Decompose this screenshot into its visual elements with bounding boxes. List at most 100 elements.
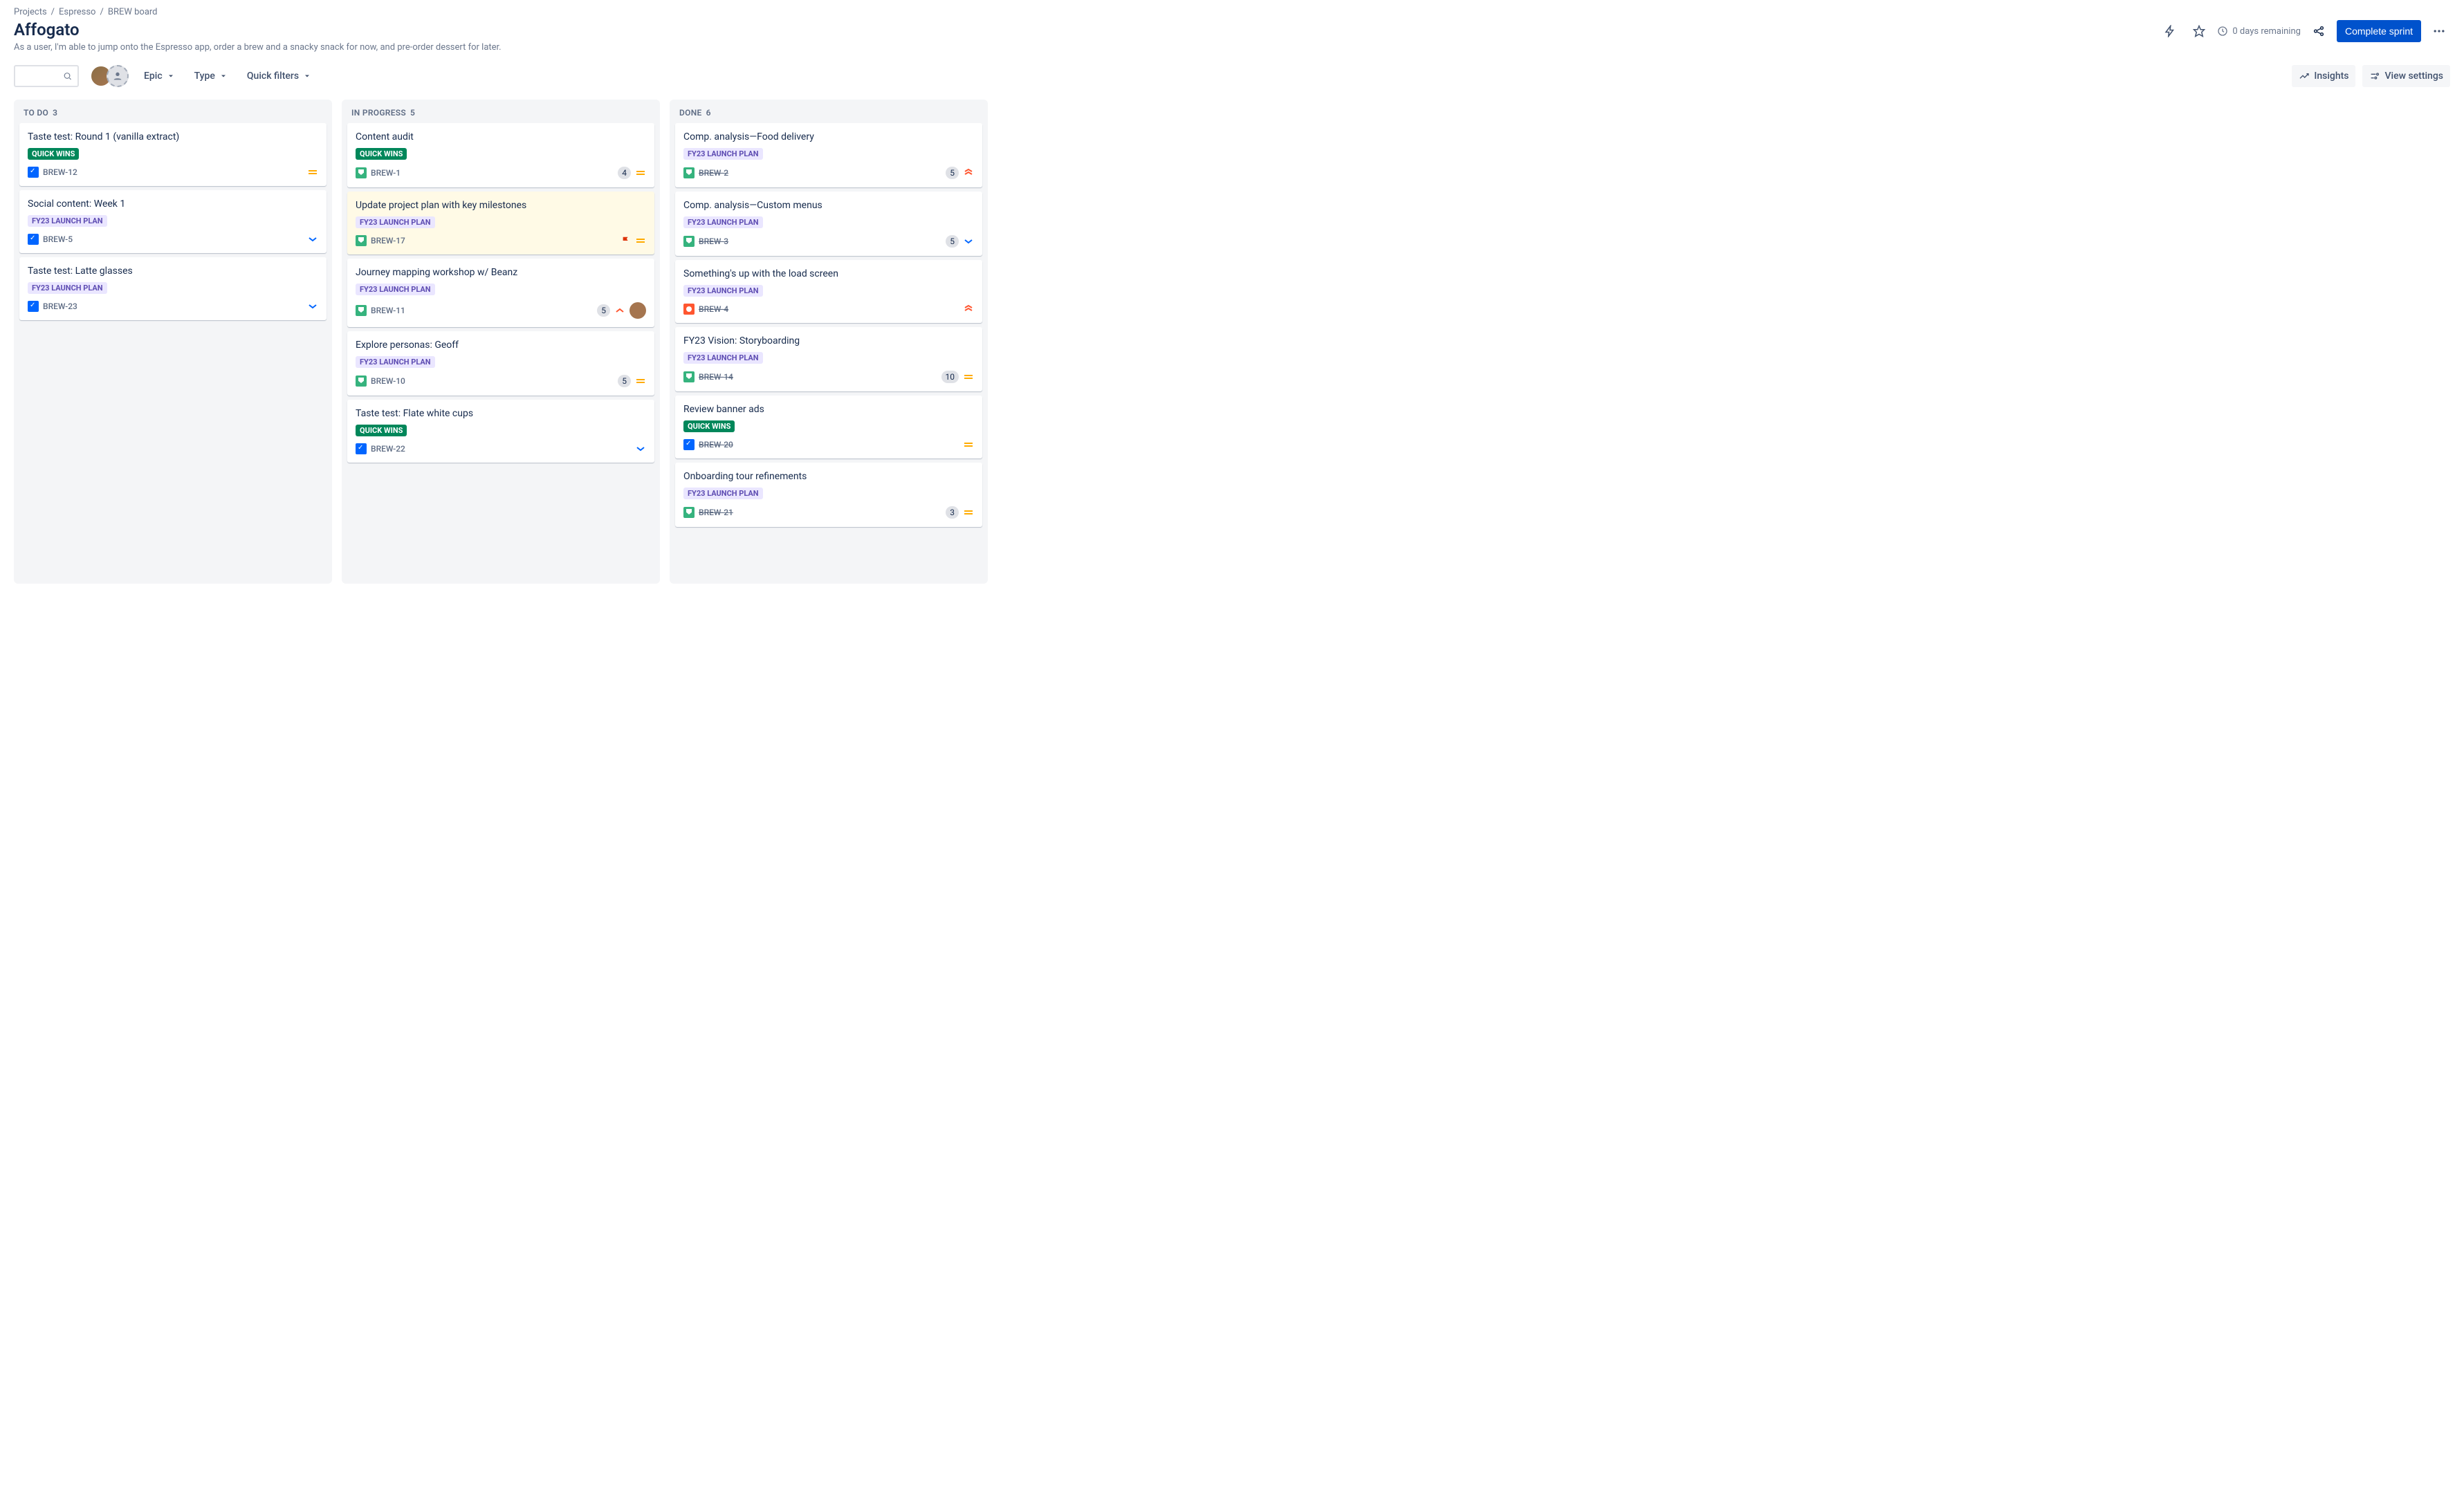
card-title: Taste test: Latte glasses	[28, 266, 318, 277]
story-points-badge: 5	[946, 167, 959, 179]
column-header: DONE 6	[675, 108, 982, 123]
epic-tag[interactable]: FY23 LAUNCH PLAN	[683, 285, 763, 297]
epic-tag[interactable]: FY23 LAUNCH PLAN	[356, 284, 435, 295]
issue-card[interactable]: Taste test: Latte glasses FY23 LAUNCH PLA…	[19, 257, 327, 320]
share-icon[interactable]	[2308, 20, 2330, 42]
breadcrumb-projects[interactable]: Projects	[14, 7, 47, 17]
priority-low-icon	[635, 443, 646, 454]
card-title: Taste test: Flate white cups	[356, 408, 646, 419]
epic-tag[interactable]: QUICK WINS	[356, 425, 407, 436]
quick-filters[interactable]: Quick filters	[243, 68, 315, 84]
issue-card[interactable]: FY23 Vision: StoryboardingFY23 LAUNCH PL…	[675, 327, 982, 391]
story-points-badge: 10	[941, 371, 959, 383]
column-header: TO DO 3	[19, 108, 327, 123]
issue-card[interactable]: Taste test: Round 1 (vanilla extract)QUI…	[19, 123, 327, 186]
priority-medium-icon	[635, 376, 646, 387]
issue-card[interactable]: Social content: Week 1 FY23 LAUNCH PLAN BR…	[19, 190, 327, 253]
column-title: TO DO	[24, 108, 48, 118]
issue-card[interactable]: Update project plan with key milestonesF…	[347, 192, 654, 254]
priority-low-icon	[307, 301, 318, 312]
issue-key[interactable]: BREW-12	[43, 167, 77, 177]
issue-card[interactable]: Content audit QUICK WINS BREW-1 4	[347, 123, 654, 187]
chevron-down-icon	[219, 72, 228, 80]
search-input[interactable]	[14, 65, 79, 87]
story-icon	[683, 371, 695, 382]
epic-tag[interactable]: QUICK WINS	[356, 148, 407, 160]
priority-medium-icon	[307, 167, 318, 178]
task-icon	[28, 167, 39, 178]
card-title: Onboarding tour refinements	[683, 471, 974, 482]
epic-tag[interactable]: QUICK WINS	[683, 420, 735, 432]
issue-key[interactable]: BREW-17	[371, 236, 405, 245]
issue-key[interactable]: BREW-23	[43, 302, 77, 311]
epic-tag[interactable]: FY23 LAUNCH PLAN	[683, 216, 763, 228]
card-title: Journey mapping workshop w/ Beanz	[356, 267, 646, 278]
issue-card[interactable]: Journey mapping workshop w/ Beanz FY23 LA…	[347, 259, 654, 327]
board-column: TO DO 3Taste test: Round 1 (vanilla extr…	[14, 100, 332, 584]
issue-card[interactable]: Explore personas: Geoff FY23 LAUNCH PLAN B…	[347, 331, 654, 396]
story-icon	[356, 167, 367, 178]
type-filter[interactable]: Type	[190, 68, 232, 84]
card-title: Something's up with the load screen	[683, 268, 974, 279]
automation-icon[interactable]	[2159, 20, 2181, 42]
priority-low-icon	[307, 234, 318, 245]
epic-tag[interactable]: QUICK WINS	[28, 148, 79, 160]
issue-card[interactable]: Onboarding tour refinements FY23 LAUNCH P…	[675, 463, 982, 527]
epic-filter[interactable]: Epic	[140, 68, 179, 84]
priority-medium-icon	[963, 371, 974, 382]
sprint-goal: As a user, I'm able to jump onto the Esp…	[14, 42, 502, 53]
issue-key[interactable]: BREW-11	[371, 306, 405, 315]
story-icon	[356, 376, 367, 387]
issue-key[interactable]: BREW-10	[371, 376, 405, 386]
issue-key[interactable]: BREW-2	[699, 168, 728, 178]
issue-card[interactable]: Comp. analysis—Custom menusFY23 LAUNCH P…	[675, 192, 982, 256]
issue-card[interactable]: Something's up with the load screen FY23 …	[675, 260, 982, 323]
issue-card[interactable]: Review banner adsQUICK WINSBREW-20	[675, 396, 982, 458]
star-icon[interactable]	[2188, 20, 2210, 42]
priority-medium-icon	[963, 507, 974, 518]
issue-key[interactable]: BREW-1	[371, 168, 401, 178]
epic-tag[interactable]: FY23 LAUNCH PLAN	[683, 488, 763, 499]
card-title: Social content: Week 1	[28, 198, 318, 210]
board-column: IN PROGRESS 5Content auditQUICK WINSBREW…	[342, 100, 660, 584]
issue-key[interactable]: BREW-5	[43, 234, 73, 244]
issue-key[interactable]: BREW-20	[699, 440, 733, 449]
issue-key[interactable]: BREW-3	[699, 237, 728, 246]
complete-sprint-button[interactable]: Complete sprint	[2337, 20, 2421, 42]
search-field[interactable]	[21, 71, 63, 82]
priority-highest-icon	[963, 304, 974, 315]
breadcrumb-espresso[interactable]: Espresso	[59, 7, 95, 17]
issue-key[interactable]: BREW-4	[699, 304, 728, 314]
clock-icon	[2217, 26, 2228, 37]
view-settings-button[interactable]: View settings	[2362, 65, 2450, 87]
chevron-down-icon	[303, 72, 311, 80]
epic-tag[interactable]: FY23 LAUNCH PLAN	[28, 215, 107, 227]
epic-tag[interactable]: FY23 LAUNCH PLAN	[356, 216, 435, 228]
story-points-badge: 5	[946, 235, 959, 248]
insights-button[interactable]: Insights	[2292, 65, 2355, 87]
board-column: DONE 6Comp. analysis—Food deliveryFY23 L…	[670, 100, 988, 584]
story-points-badge: 4	[618, 167, 631, 179]
kanban-board: TO DO 3Taste test: Round 1 (vanilla extr…	[14, 100, 2450, 584]
epic-tag[interactable]: FY23 LAUNCH PLAN	[683, 352, 763, 364]
issue-card[interactable]: Taste test: Flate white cups QUICK WINS BR…	[347, 400, 654, 463]
issue-card[interactable]: Comp. analysis—Food deliveryFY23 LAUNCH …	[675, 123, 982, 187]
epic-tag[interactable]: FY23 LAUNCH PLAN	[683, 148, 763, 160]
card-title: Content audit	[356, 131, 646, 142]
issue-key[interactable]: BREW-21	[699, 508, 733, 517]
assignee-avatar[interactable]	[629, 302, 646, 319]
priority-high-icon	[614, 305, 625, 316]
column-count: 6	[706, 108, 711, 118]
task-icon	[28, 301, 39, 312]
story-points-badge: 3	[946, 506, 959, 519]
epic-tag[interactable]: FY23 LAUNCH PLAN	[356, 356, 435, 368]
epic-tag[interactable]: FY23 LAUNCH PLAN	[28, 282, 107, 294]
breadcrumb-brew-board[interactable]: BREW board	[108, 7, 158, 17]
header-actions: 0 days remaining Complete sprint	[2159, 20, 2450, 42]
column-count: 3	[53, 108, 57, 118]
issue-key[interactable]: BREW-22	[371, 444, 405, 454]
more-icon[interactable]	[2428, 20, 2450, 42]
issue-key[interactable]: BREW-14	[699, 372, 733, 382]
add-assignee-button[interactable]	[107, 65, 129, 87]
card-title: Explore personas: Geoff	[356, 340, 646, 351]
